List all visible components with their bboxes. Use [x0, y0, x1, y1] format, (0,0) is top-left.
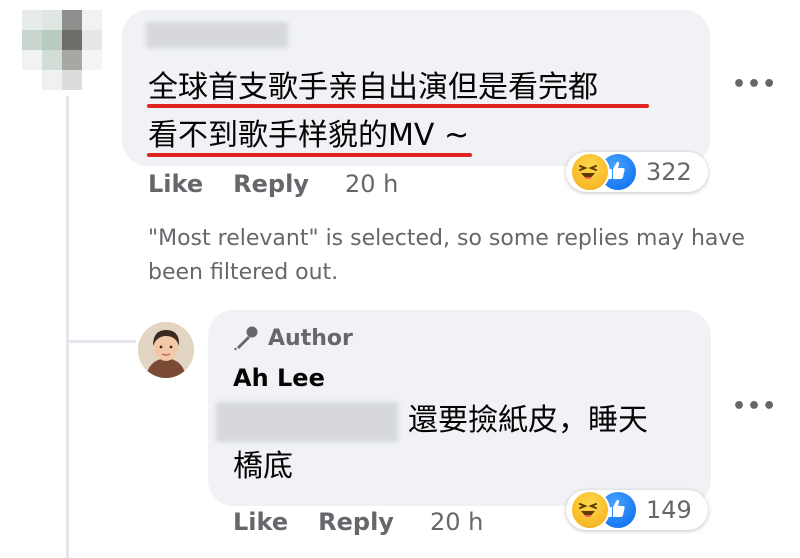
- reply-text-line-2: 橋底: [233, 449, 293, 484]
- filter-notice: "Most relevant" is selected, so some rep…: [148, 226, 745, 285]
- avatar-pixelated[interactable]: [22, 10, 102, 90]
- like-button[interactable]: Like: [233, 508, 288, 536]
- thread-connector-vertical: [66, 96, 69, 558]
- author-badge: Author: [232, 324, 353, 352]
- haha-icon: [570, 490, 610, 530]
- comment-text: 全球首支歌手亲自出演但是看完都 看不到歌手样貌的MV ~: [148, 64, 668, 160]
- reply-text-line-1: 還要撿紙皮，睡天: [408, 403, 648, 438]
- comment-timestamp[interactable]: 20 h: [345, 170, 398, 198]
- thread-connector-branch: [66, 340, 136, 343]
- reaction-count: 149: [646, 496, 692, 524]
- comment-actions: Like Reply 20 h: [148, 170, 398, 198]
- reply-button[interactable]: Reply: [318, 508, 394, 536]
- comment-thread: 全球首支歌手亲自出演但是看完都 看不到歌手样貌的MV ~ ••• 322 Lik…: [0, 0, 800, 558]
- reaction-summary[interactable]: 149: [566, 490, 708, 530]
- reaction-summary[interactable]: 322: [566, 152, 708, 192]
- highlight-underline: [147, 153, 472, 157]
- highlight-underline: [147, 104, 649, 108]
- commenter-name-redacted[interactable]: [146, 22, 288, 48]
- reaction-count: 322: [646, 158, 692, 186]
- reply-button[interactable]: Reply: [233, 170, 309, 198]
- like-button[interactable]: Like: [148, 170, 203, 198]
- more-options-icon[interactable]: •••: [732, 74, 776, 98]
- reply-timestamp[interactable]: 20 h: [430, 508, 483, 536]
- haha-icon: [570, 152, 610, 192]
- more-options-icon[interactable]: •••: [732, 396, 776, 420]
- redacted-text: [216, 402, 398, 442]
- reply-author-name[interactable]: Ah Lee: [233, 364, 325, 392]
- microphone-icon: [234, 326, 258, 351]
- reply-actions: Like Reply 20 h: [233, 508, 483, 536]
- avatar[interactable]: [138, 322, 194, 378]
- author-badge-label: Author: [268, 325, 353, 351]
